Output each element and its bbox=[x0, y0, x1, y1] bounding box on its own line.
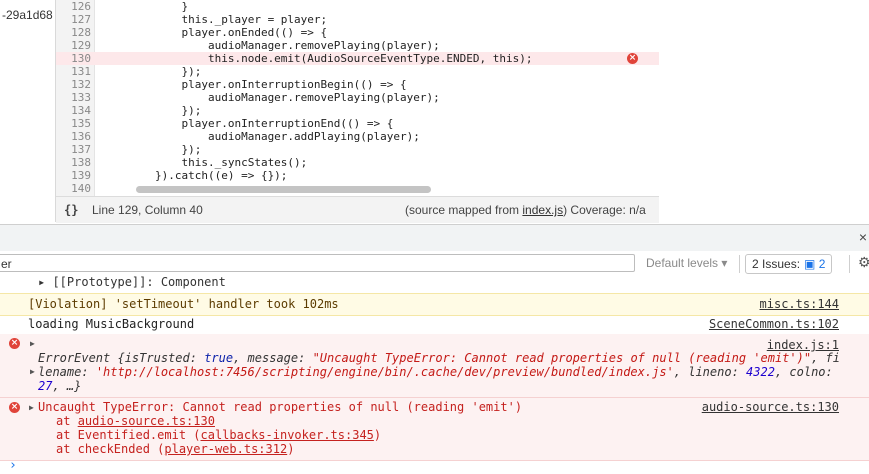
expand-triangle-icon[interactable]: ▶ bbox=[29, 403, 34, 412]
stack-link[interactable]: player-web.ts:312 bbox=[164, 442, 287, 456]
console-messages: ▸ [[Prototype]]: Component [Violation] '… bbox=[0, 275, 869, 474]
horizontal-scrollbar[interactable] bbox=[96, 184, 656, 194]
prompt-icon: › bbox=[9, 458, 17, 473]
expand-triangle-icon[interactable]: ▶ bbox=[30, 339, 35, 348]
pretty-print-button[interactable]: {} bbox=[64, 203, 78, 217]
code-line: 136 audioManager.addPlaying(player); bbox=[71, 130, 420, 143]
error-icon: × bbox=[9, 338, 20, 349]
code-line: 131 }); bbox=[71, 65, 202, 78]
error-message: × ▶ Uncaught TypeError: Cannot read prop… bbox=[0, 398, 869, 461]
code-line: 132 player.onInterruptionBegin(() => { bbox=[71, 78, 407, 91]
stack-link[interactable]: audio-source.ts:130 bbox=[78, 414, 215, 428]
code-line: 126 } bbox=[71, 0, 189, 13]
divider bbox=[849, 255, 850, 273]
code-line: 135 player.onInterruptionEnd(() => { bbox=[71, 117, 394, 130]
log-text: loading MusicBackground bbox=[28, 317, 195, 331]
right-panel bbox=[659, 0, 869, 222]
issues-button[interactable]: 2 Issues: ▣ 2 bbox=[745, 254, 833, 274]
source-map-link[interactable]: index.js bbox=[522, 203, 563, 217]
code-line: 133 audioManager.removePlaying(player); bbox=[71, 91, 440, 104]
source-editor[interactable]: 126 } 127 this._player = player; 128 pla… bbox=[55, 0, 660, 223]
source-link[interactable]: index.js:1 bbox=[767, 338, 839, 352]
console-prompt[interactable]: › bbox=[0, 458, 869, 474]
error-icon: × bbox=[9, 402, 20, 413]
expand-triangle-icon[interactable]: ▶ bbox=[30, 367, 35, 376]
warning-message: [Violation] 'setTimeout' handler took 10… bbox=[0, 293, 869, 316]
stack-link[interactable]: callbacks-invoker.ts:345 bbox=[201, 428, 374, 442]
source-link[interactable]: misc.ts:144 bbox=[760, 297, 839, 311]
divider bbox=[739, 255, 740, 273]
code-line-error: 130 this.node.emit(AudioSourceEventType.… bbox=[56, 52, 659, 65]
drawer-header: × bbox=[0, 224, 869, 252]
scrollbar-thumb[interactable] bbox=[136, 186, 431, 193]
message-icon: ▣ 2 bbox=[804, 257, 826, 271]
code-line: 128 player.onEnded(() => { bbox=[71, 26, 328, 39]
source-map-info: (source mapped from index.js) Coverage: … bbox=[405, 203, 646, 217]
source-link[interactable]: audio-source.ts:130 bbox=[702, 400, 839, 414]
editor-status-bar: {} Line 129, Column 40 (source mapped fr… bbox=[56, 196, 659, 223]
left-panel: -29a1d68 bbox=[0, 0, 55, 220]
code-line: 138 this._syncStates(); bbox=[71, 156, 308, 169]
code-line: 137 }); bbox=[71, 143, 202, 156]
error-icon[interactable]: × bbox=[627, 53, 638, 64]
error-message: × ▶ index.js:1 ErrorEvent {isTrusted: tr… bbox=[0, 334, 869, 398]
log-levels-dropdown[interactable]: Default levels ▾ bbox=[646, 256, 727, 270]
code-line: 134 }); bbox=[71, 104, 202, 117]
gear-icon[interactable]: ⚙ bbox=[858, 254, 869, 271]
code-line: 129 audioManager.removePlaying(player); bbox=[71, 39, 440, 52]
close-icon[interactable]: × bbox=[859, 229, 867, 245]
code-line: 139 }).catch((e) => {}); bbox=[71, 169, 288, 182]
cursor-position: Line 129, Column 40 bbox=[92, 203, 203, 217]
warning-text: [Violation] 'setTimeout' handler took 10… bbox=[28, 297, 339, 311]
source-link[interactable]: SceneCommon.ts:102 bbox=[709, 317, 839, 331]
code-line: 127 this._player = player; bbox=[71, 13, 328, 26]
code-area[interactable]: 126 } 127 this._player = player; 128 pla… bbox=[56, 0, 659, 196]
file-hash-label[interactable]: -29a1d68 bbox=[2, 8, 53, 22]
error-text: Uncaught TypeError: Cannot read properti… bbox=[38, 400, 523, 414]
log-message: loading MusicBackground SceneCommon.ts:1… bbox=[0, 315, 869, 335]
prototype-row[interactable]: ▸ [[Prototype]]: Component bbox=[0, 275, 869, 291]
console-toolbar: er Default levels ▾ 2 Issues: ▣ 2 ⚙ bbox=[0, 251, 869, 278]
filter-input[interactable]: er bbox=[0, 254, 635, 272]
